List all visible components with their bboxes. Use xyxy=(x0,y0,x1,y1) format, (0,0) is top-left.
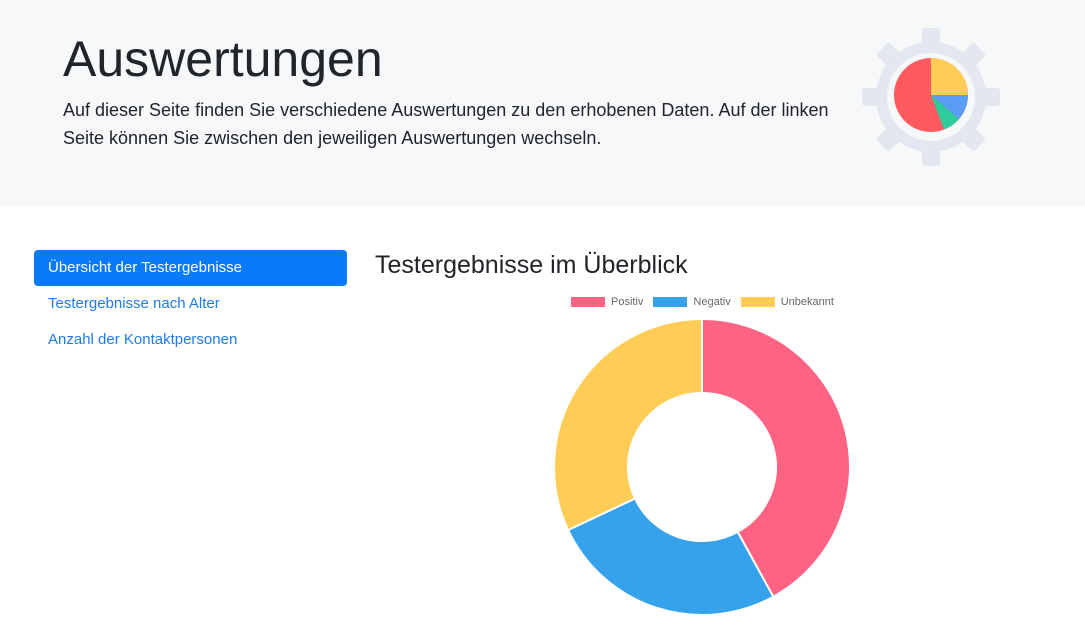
legend-item-negativ[interactable]: Negativ xyxy=(653,296,731,308)
chart-legend: Positiv Negativ Unbekannt xyxy=(571,294,844,310)
doughnut-slice-unbekannt[interactable] xyxy=(553,317,703,532)
sidebar-item-kontaktpersonen[interactable]: Anzahl der Kontaktpersonen xyxy=(34,322,347,358)
sidebar-nav: Übersicht der Testergebnisse Testergebni… xyxy=(34,250,347,358)
pie-chart-icon xyxy=(894,58,968,132)
legend-item-unbekannt[interactable]: Unbekannt xyxy=(740,296,834,308)
legend-swatch-unbekannt xyxy=(740,297,775,307)
legend-swatch-positiv xyxy=(571,297,605,307)
page-title: Auswertungen xyxy=(63,31,383,87)
legend-label-unbekannt: Unbekannt xyxy=(780,296,834,308)
sidebar-item-uebersicht[interactable]: Übersicht der Testergebnisse xyxy=(34,250,347,286)
legend-label-negativ: Negativ xyxy=(693,296,731,308)
legend-swatch-negativ xyxy=(653,297,688,307)
sidebar-item-nach-alter[interactable]: Testergebnisse nach Alter xyxy=(34,286,347,322)
page-description: Auf dieser Seite finden Sie verschiedene… xyxy=(63,100,829,148)
doughnut-chart xyxy=(553,317,851,616)
legend-item-positiv[interactable]: Positiv xyxy=(571,296,643,308)
section-title: Testergebnisse im Überblick xyxy=(375,251,688,279)
gear-pie-chart-icon xyxy=(862,28,1000,166)
header-jumbotron: Auswertungen Auf dieser Seite finden Sie… xyxy=(0,0,1085,207)
legend-label-positiv: Positiv xyxy=(611,296,644,308)
